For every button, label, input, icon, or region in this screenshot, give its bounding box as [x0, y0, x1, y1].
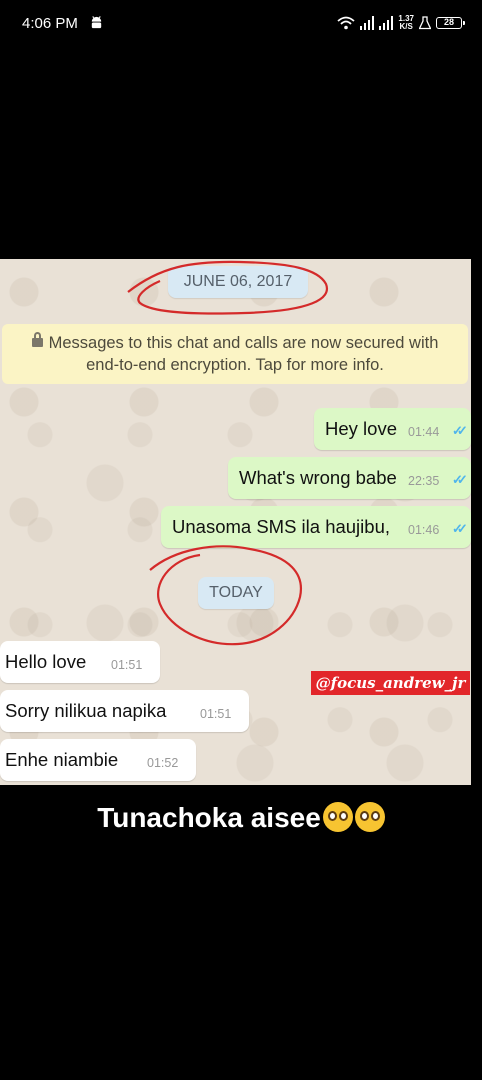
wifi-icon [337, 16, 356, 30]
read-ticks-icon: ✓✓ [452, 521, 468, 536]
status-bar: 4:06 PM 1.37 K/S 28 [0, 0, 482, 46]
message-time: 01:51 [200, 707, 232, 721]
message-time: 22:35 [408, 474, 440, 488]
date-separator-today: TODAY [198, 577, 274, 609]
date-separator-june: JUNE 06, 2017 [168, 266, 308, 298]
message-outgoing[interactable]: What's wrong babe 22:35 ✓✓ [228, 457, 471, 499]
status-time: 4:06 PM [22, 15, 78, 32]
message-text: Hey love [325, 418, 397, 439]
message-text: Unasoma SMS ila haujibu, [172, 516, 390, 537]
message-text: Enhe niambie [5, 749, 119, 770]
message-outgoing[interactable]: Unasoma SMS ila haujibu, 01:46 ✓✓ [161, 506, 471, 548]
speed-unit: K/S [399, 22, 413, 31]
message-text: Sorry nilikua napika [5, 700, 167, 721]
network-speed: 1.37 K/S [398, 15, 414, 31]
chat-screenshot: JUNE 06, 2017 Messages to this chat and … [0, 259, 471, 785]
battery-level: 28 [443, 17, 454, 27]
signal-icon [360, 16, 375, 30]
read-ticks-icon: ✓✓ [452, 423, 468, 438]
message-incoming[interactable]: Sorry nilikua napika 01:51 [0, 690, 249, 732]
encryption-text-line2: end-to-end encryption. Tap for more info… [86, 356, 384, 374]
read-ticks-icon: ✓✓ [452, 472, 468, 487]
message-text: What's wrong babe [239, 467, 397, 488]
battery-icon: 28 [436, 17, 465, 29]
message-time: 01:52 [147, 756, 179, 770]
message-outgoing[interactable]: Hey love 01:44 ✓✓ [314, 408, 471, 450]
watermark-label: @focus_andrew_jr [311, 671, 470, 695]
message-text: Hello love [5, 651, 87, 672]
lock-icon [31, 332, 43, 347]
pleading-face-emoji-icon [322, 802, 353, 832]
android-icon [91, 16, 102, 29]
message-time: 01:44 [408, 425, 440, 439]
pleading-face-emoji-icon [354, 802, 385, 832]
message-incoming[interactable]: Enhe niambie 01:52 [0, 739, 196, 781]
flask-icon [419, 16, 431, 30]
message-time: 01:51 [111, 658, 143, 672]
signal-icon-2 [379, 16, 394, 30]
message-time: 01:46 [408, 523, 440, 537]
caption: Tunachoka aisee [0, 802, 482, 834]
encryption-notice[interactable]: Messages to this chat and calls are now … [2, 324, 468, 384]
encryption-text-line1: Messages to this chat and calls are now … [48, 334, 439, 352]
caption-text: Tunachoka aisee [97, 802, 321, 833]
status-icons: 1.37 K/S 28 [337, 13, 465, 33]
message-incoming[interactable]: Hello love 01:51 [0, 641, 160, 683]
